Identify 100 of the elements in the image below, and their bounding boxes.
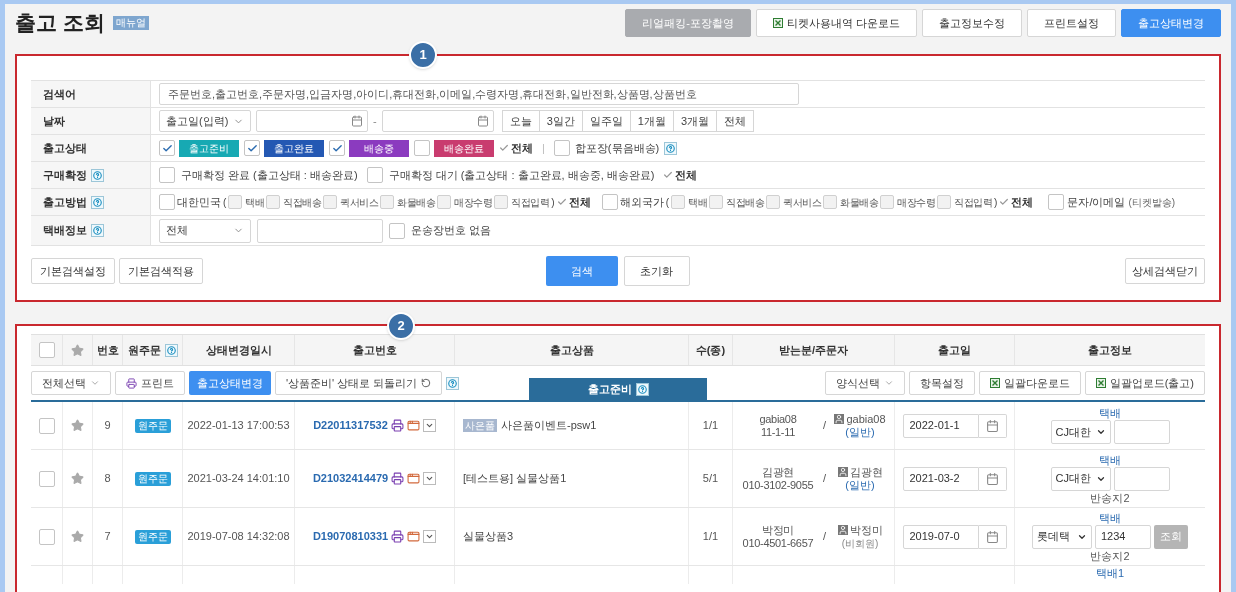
- search-field[interactable]: 주문번호,출고번호,주문자명,입금자명,아이디,휴대전화,이메일,수령자명,휴대전화,일반전화,상품명,상품번호: [159, 83, 799, 105]
- checkbox[interactable]: [228, 195, 243, 209]
- form-select-dropdown[interactable]: 양식선택: [824, 371, 905, 395]
- checkbox[interactable]: [414, 140, 430, 156]
- help-icon[interactable]: [446, 376, 460, 390]
- checkbox[interactable]: [880, 195, 895, 209]
- header-button[interactable]: 프린트설정: [1027, 9, 1116, 37]
- checkbox[interactable]: [709, 195, 724, 209]
- star-icon[interactable]: [71, 472, 84, 485]
- header-button[interactable]: 출고정보수정: [922, 9, 1022, 37]
- help-icon[interactable]: [91, 168, 104, 182]
- close-detail-button[interactable]: 상세검색닫기: [1125, 258, 1205, 284]
- select-all-link[interactable]: 전체: [568, 193, 591, 211]
- member-type[interactable]: (일반): [845, 425, 875, 439]
- star-icon[interactable]: [71, 343, 84, 357]
- dropdown-toggle[interactable]: [423, 530, 437, 543]
- invoice-field[interactable]: [1113, 420, 1170, 444]
- delivery-type-link[interactable]: 택배: [1099, 407, 1121, 419]
- print-button[interactable]: 프린트: [115, 371, 185, 395]
- date-type-select[interactable]: 출고일(입력): [159, 110, 251, 132]
- checkbox[interactable]: [323, 195, 338, 209]
- star-icon[interactable]: [71, 530, 84, 543]
- invoice-field[interactable]: [1113, 466, 1170, 491]
- star-icon[interactable]: [71, 419, 84, 432]
- date-range-button[interactable]: 일주일: [581, 110, 631, 132]
- invoice-field[interactable]: [257, 218, 383, 243]
- checkbox[interactable]: [159, 194, 175, 210]
- checkbox[interactable]: [38, 470, 55, 487]
- dropdown-toggle[interactable]: [422, 419, 436, 432]
- shipment-number-link[interactable]: D19070810331: [312, 528, 389, 545]
- window-icon[interactable]: [407, 530, 421, 543]
- date-range-button[interactable]: 1개월: [629, 110, 674, 132]
- select-all-dropdown[interactable]: 전체선택: [31, 371, 111, 395]
- printer-icon[interactable]: [391, 472, 405, 485]
- shipment-number-link[interactable]: D22011317532: [313, 417, 388, 434]
- checkbox[interactable]: [38, 417, 55, 434]
- help-icon[interactable]: [664, 141, 678, 155]
- product-name[interactable]: [테스트용] 실물상품1: [463, 470, 567, 487]
- bulk-download-button[interactable]: 일괄다운로드: [978, 371, 1081, 395]
- date-range-button[interactable]: 3일간: [538, 110, 583, 132]
- select-all-link[interactable]: 전체: [511, 139, 533, 157]
- delivery-type-link[interactable]: 택배: [1099, 511, 1121, 524]
- checkbox[interactable]: [823, 195, 838, 209]
- printer-icon[interactable]: [391, 530, 405, 543]
- date-field[interactable]: [381, 110, 494, 132]
- window-icon[interactable]: [406, 419, 420, 432]
- checkbox[interactable]: [159, 140, 175, 156]
- product-name[interactable]: 사은품이벤트-psw1: [501, 417, 597, 434]
- checkbox[interactable]: [159, 167, 175, 183]
- date-field[interactable]: 2019-07-0: [902, 524, 979, 549]
- checkbox[interactable]: [494, 195, 509, 209]
- date-field[interactable]: [256, 110, 368, 132]
- help-icon[interactable]: [635, 382, 649, 396]
- bulk-upload-button[interactable]: 일괄업로드(출고): [1084, 371, 1205, 395]
- checkbox[interactable]: [329, 140, 345, 156]
- checkbox[interactable]: [38, 342, 55, 358]
- window-icon[interactable]: [407, 472, 421, 485]
- checkbox[interactable]: [366, 167, 383, 183]
- shipment-number-link[interactable]: D21032414479: [312, 470, 389, 487]
- product-name[interactable]: 실물상품3: [463, 528, 514, 545]
- invoice-field[interactable]: 1234: [1095, 524, 1151, 549]
- checkbox[interactable]: [266, 195, 281, 209]
- checkbox[interactable]: [38, 528, 55, 545]
- help-icon[interactable]: [164, 343, 178, 357]
- search-preset-button[interactable]: 기본검색설정: [31, 258, 115, 284]
- courier-select[interactable]: 롯데택: [1032, 524, 1092, 549]
- checkbox[interactable]: [671, 195, 686, 209]
- checkbox[interactable]: [437, 195, 452, 209]
- checkbox[interactable]: [1048, 194, 1065, 210]
- status-tab[interactable]: 출고준비: [529, 378, 707, 400]
- date-field[interactable]: 2021-03-2: [902, 466, 979, 491]
- date-field[interactable]: 2022-01-1: [902, 413, 979, 438]
- printer-icon[interactable]: [390, 419, 404, 432]
- delivery-type-link[interactable]: 택배1: [1095, 567, 1125, 584]
- select-all-link[interactable]: 전체: [675, 166, 698, 184]
- checkbox[interactable]: [601, 194, 618, 210]
- column-settings-button[interactable]: 항목설정: [908, 371, 975, 395]
- courier-select[interactable]: CJ대한: [1050, 466, 1111, 491]
- date-range-button[interactable]: 전체: [716, 110, 755, 132]
- member-type[interactable]: (일반): [845, 478, 875, 492]
- courier-select[interactable]: 전체: [159, 218, 251, 243]
- reset-button[interactable]: 초기화: [624, 256, 690, 286]
- checkbox[interactable]: [553, 140, 570, 156]
- checkbox[interactable]: [380, 195, 395, 209]
- header-button[interactable]: 티켓사용내역 다운로드: [755, 9, 917, 37]
- select-all-link[interactable]: 전체: [1011, 193, 1034, 211]
- date-range-button[interactable]: 오늘: [501, 110, 540, 132]
- checkbox[interactable]: [244, 140, 260, 156]
- delivery-type-link[interactable]: 택배: [1099, 453, 1121, 466]
- help-icon[interactable]: [91, 224, 104, 237]
- checkbox[interactable]: [389, 222, 405, 239]
- calendar-icon[interactable]: [476, 115, 489, 127]
- courier-select[interactable]: CJ대한: [1050, 420, 1111, 444]
- revert-button[interactable]: '상품준비' 상태로 되돌리기: [275, 371, 443, 395]
- search-preset-button[interactable]: 기본검색적용: [119, 258, 203, 284]
- help-icon[interactable]: [91, 195, 104, 209]
- dropdown-toggle[interactable]: [423, 472, 437, 485]
- date-range-button[interactable]: 3개월: [672, 110, 718, 132]
- checkbox[interactable]: [766, 195, 781, 209]
- calendar-icon[interactable]: [351, 115, 363, 127]
